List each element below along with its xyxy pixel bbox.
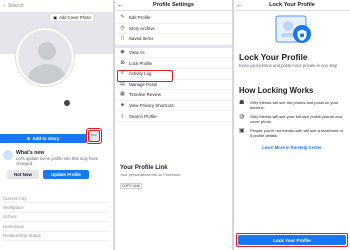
tutorial-screenshot: ⌕ Search ▣ Add Cover Photo ⊕ Add to Stor… <box>0 0 350 250</box>
back-arrow-icon[interactable]: ← <box>115 2 126 9</box>
settings-menu: ✎ Edit Profile ◷ Story Archive ▯ Saved I… <box>115 13 232 122</box>
whats-new-card: What's new Let's update some profile inf… <box>3 150 109 180</box>
camera-icon[interactable] <box>64 100 70 106</box>
avatar[interactable] <box>16 28 74 86</box>
menu-item-timeline-review[interactable]: ▦ Timeline Review <box>115 90 232 101</box>
profile-update-icon <box>3 150 13 160</box>
shield-icon: ◈ <box>120 102 125 109</box>
lock-profile-panel: ← Lock Your Profile Lock Your Profile Ke… <box>234 0 350 250</box>
eye-icon: ◉ <box>120 49 125 56</box>
search-icon: ⌕ <box>121 112 124 119</box>
review-icon: ▦ <box>120 91 125 98</box>
posts-icon: ▤ <box>120 80 125 87</box>
menu-item-lock-profile[interactable]: ⊠ Lock Profile <box>115 58 232 69</box>
info-item-relationship[interactable]: Relationship Status <box>3 232 109 241</box>
info-item-current-city[interactable]: Current City <box>3 194 109 204</box>
lock-your-profile-button[interactable]: Lock Your Profile <box>238 235 346 245</box>
menu-item-story-archive[interactable]: ◷ Story Archive <box>115 24 232 35</box>
header: ← Profile Settings <box>115 0 232 11</box>
camera-icon: ▣ <box>53 15 57 20</box>
header: ← Lock Your Profile <box>234 0 350 11</box>
search-bar[interactable]: ⌕ Search <box>3 2 107 10</box>
profile-panel: ⌕ Search ▣ Add Cover Photo ⊕ Add to Stor… <box>0 0 113 250</box>
lock-subtitle: Keep your photos and posts more private … <box>239 63 339 68</box>
bookmark-icon: ▯ <box>121 35 124 42</box>
highlight-box <box>117 70 173 82</box>
menu-item-privacy-shortcuts[interactable]: ◈ View Privacy Shortcuts <box>115 101 232 112</box>
profile-link-section: Your Profile Link Your personalized link… <box>120 165 228 189</box>
add-cover-photo-button[interactable]: ▣ Add Cover Photo <box>50 14 94 21</box>
not-now-button[interactable]: Not Now <box>7 170 39 180</box>
profile-info-list: Current City Workplace School Hometown R… <box>3 194 109 241</box>
copy-link-button[interactable]: COPY LINK <box>120 183 142 189</box>
profile-icon: ◍ <box>239 114 245 120</box>
info-item-workplace[interactable]: Workplace <box>3 203 109 213</box>
info-item-hometown[interactable]: Hometown <box>3 222 109 232</box>
update-profile-button[interactable]: Update Profile <box>43 170 89 180</box>
lock-profile-illustration-icon <box>275 15 311 43</box>
people-icon: ☗ <box>239 100 245 106</box>
whats-new-text: Let's update some profile info that may … <box>16 156 99 167</box>
feature-item: ▣ People you're not friends with will se… <box>239 128 343 138</box>
profile-link-title: Your Profile Link <box>120 165 168 171</box>
menu-item-search-profile[interactable]: ⌕ Search Profile <box>115 111 232 122</box>
lock-heading: Lock Your Profile <box>239 52 308 62</box>
more-button[interactable]: ··· <box>88 130 100 142</box>
feature-item: ☗ Only friends will see the photos and p… <box>239 100 339 110</box>
search-placeholder: Search <box>7 3 24 9</box>
learn-more-link[interactable]: Learn More in the Help Center <box>234 145 350 150</box>
plus-icon: ⊕ <box>26 135 31 141</box>
add-to-story-button[interactable]: ⊕ Add to Story <box>0 134 86 143</box>
menu-item-saved-items[interactable]: ▯ Saved Items <box>115 34 232 45</box>
pencil-icon: ✎ <box>120 14 125 21</box>
clock-icon: ◷ <box>120 24 125 31</box>
how-locking-works-heading: How Locking Works <box>239 86 314 95</box>
lock-icon: ⊠ <box>120 59 125 66</box>
page-title: Lock Your Profile <box>269 2 315 8</box>
info-item-school[interactable]: School <box>3 213 109 223</box>
back-arrow-icon[interactable]: ← <box>234 2 245 9</box>
page-title: Profile Settings <box>152 2 195 8</box>
feature-item: ◍ Only friends will see your full-size p… <box>239 114 343 124</box>
profile-link-subtitle: Your personalized link on Facebook. <box>120 173 182 177</box>
details-icon: ▣ <box>239 128 245 134</box>
menu-item-view-as[interactable]: ◉ View As <box>115 48 232 59</box>
profile-settings-panel: ← Profile Settings ✎ Edit Profile ◷ Stor… <box>115 0 232 250</box>
menu-item-edit-profile[interactable]: ✎ Edit Profile <box>115 13 232 24</box>
search-icon: ⌕ <box>3 3 6 9</box>
